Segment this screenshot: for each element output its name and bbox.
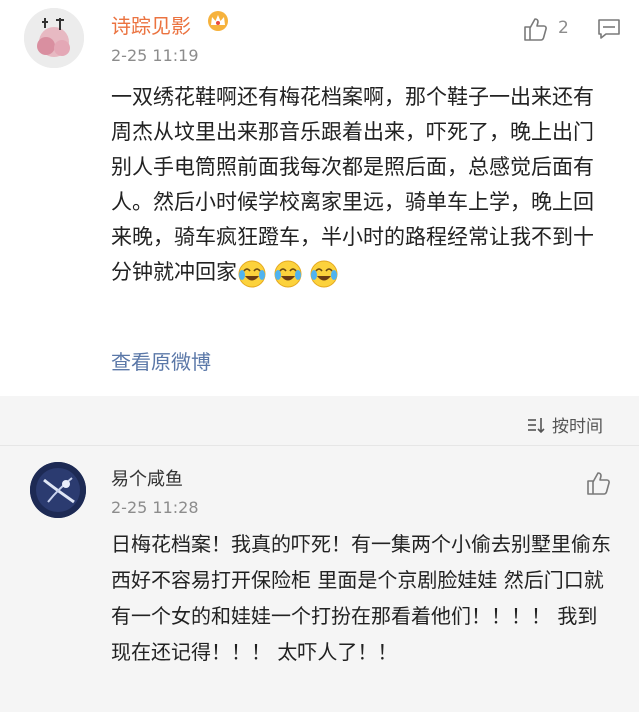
comment-body: 一双绣花鞋啊还有梅花档案啊，那个鞋子一出来还有周杰从坟里出来那音乐跟着出来，吓死… <box>111 80 611 291</box>
view-original-link[interactable]: 查看原微博 <box>111 346 211 375</box>
crying-laughing-emoji <box>238 260 266 287</box>
comment-timestamp: 2-25 11:19 <box>111 46 199 65</box>
crown-badge-icon <box>208 11 228 31</box>
reply-like-icon[interactable] <box>585 470 611 496</box>
divider <box>0 445 639 446</box>
user-name[interactable]: 诗踪见影 <box>111 10 191 39</box>
crying-laughing-emoji <box>274 260 302 287</box>
reply-user-name[interactable]: 易个咸鱼 <box>111 465 183 491</box>
reply-body: 日梅花档案！我真的吓死！有一集两个小偷去别墅里偷东西好不容易打开保险柜 里面是个… <box>111 532 611 664</box>
reply-user-avatar[interactable] <box>30 462 86 518</box>
user-avatar[interactable] <box>24 8 84 68</box>
sort-icon[interactable] <box>526 416 546 434</box>
sort-by-time-button[interactable]: 按时间 <box>552 412 603 437</box>
crying-laughing-emoji <box>310 260 338 287</box>
emoji-group <box>237 256 345 291</box>
reply-icon[interactable] <box>597 18 621 40</box>
like-count: 2 <box>558 18 569 38</box>
like-icon[interactable] <box>522 16 548 42</box>
comment-text: 一双绣花鞋啊还有梅花档案啊，那个鞋子一出来还有周杰从坟里出来那音乐跟着出来，吓死… <box>111 85 594 284</box>
reply-timestamp: 2-25 11:28 <box>111 498 199 517</box>
